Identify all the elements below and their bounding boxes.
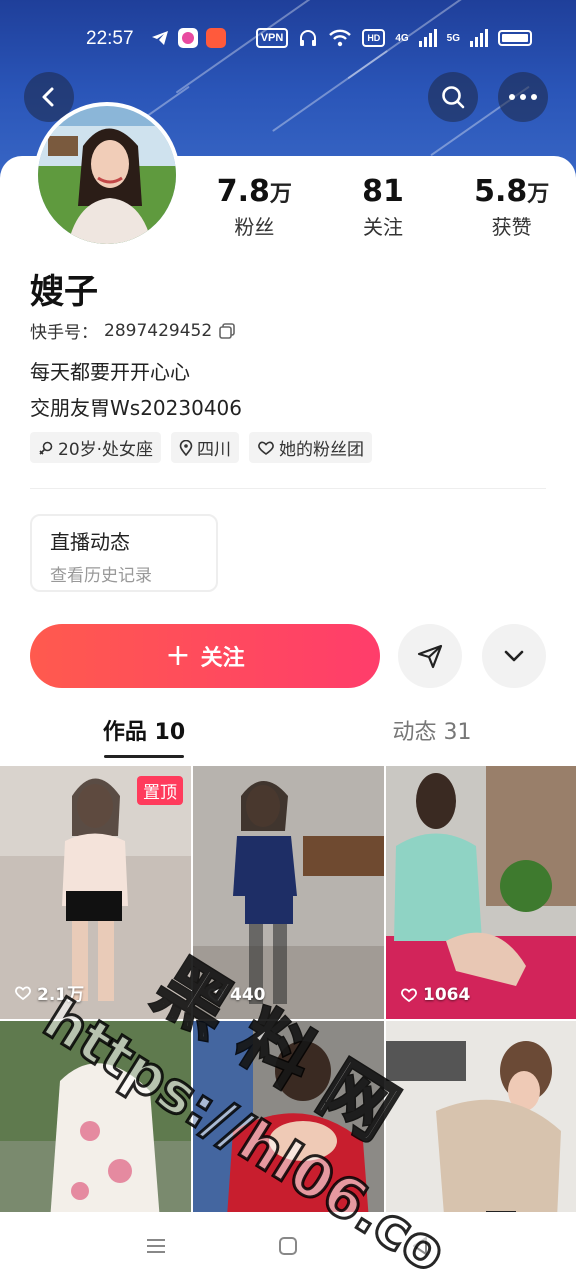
more-button[interactable] xyxy=(498,72,548,122)
tab-works[interactable]: 作品 10 xyxy=(0,714,288,762)
likes-count: 2.1万 xyxy=(37,985,85,1005)
works-grid: 置顶 2.1万 440 1064 xyxy=(0,766,576,1212)
wifi-icon xyxy=(329,29,352,47)
status-bar: 22:57 VPN HD 4G 5G xyxy=(0,24,576,54)
app-notification-icon xyxy=(178,28,198,48)
following-label: 关注 xyxy=(363,215,403,239)
work-thumbnail[interactable] xyxy=(193,1021,384,1212)
chevron-left-icon xyxy=(42,87,54,107)
thumbnail-image xyxy=(386,1021,576,1212)
following-count: 81 xyxy=(362,174,404,209)
tag-label: 她的粉丝团 xyxy=(279,440,365,460)
tag-label: 20岁·处女座 xyxy=(58,440,154,460)
kwai-id-value: 2897429452 xyxy=(104,320,213,341)
profile-name: 嫂子 xyxy=(30,272,98,312)
pinned-badge: 置顶 xyxy=(137,776,183,805)
chevron-down-icon xyxy=(504,650,524,662)
avatar[interactable] xyxy=(34,102,180,248)
status-right-icons: VPN HD 4G 5G xyxy=(255,28,532,48)
expand-button[interactable] xyxy=(482,624,546,688)
thumbnail-image xyxy=(386,766,576,1019)
live-card-subtitle: 查看历史记录 xyxy=(50,566,152,586)
tag-age-zodiac: 20岁·处女座 xyxy=(30,432,162,463)
work-likes: 440 xyxy=(207,985,266,1005)
signal-bars-icon xyxy=(418,29,437,47)
work-thumbnail[interactable] xyxy=(386,1021,576,1212)
likes-stat[interactable]: 5.8万 获赞 xyxy=(447,174,576,240)
live-history-card[interactable]: 直播动态 查看历史记录 xyxy=(30,514,218,592)
tab-moments-label: 动态 31 xyxy=(392,720,472,745)
likes-unit: 万 xyxy=(527,182,550,207)
followers-label: 粉丝 xyxy=(234,215,275,239)
likes-label: 获赞 xyxy=(491,215,532,239)
work-thumbnail[interactable]: 440 xyxy=(193,766,384,1019)
heart-outline-icon xyxy=(401,988,417,1003)
thumbnail-image xyxy=(193,766,384,1019)
back-triangle-icon[interactable] xyxy=(409,1235,431,1257)
follow-label: 关注 xyxy=(200,646,245,671)
tab-moments[interactable]: 动态 31 xyxy=(288,714,576,762)
likes-count: 5.8 xyxy=(474,174,528,209)
system-nav-bar xyxy=(0,1212,576,1280)
telegram-icon xyxy=(152,31,168,45)
send-icon xyxy=(417,644,443,669)
copy-icon[interactable] xyxy=(218,322,236,340)
profile-tags: 20岁·处女座 四川 她的粉丝团 xyxy=(30,432,373,463)
followers-unit: 万 xyxy=(269,182,292,207)
follow-button[interactable]: + 关注 xyxy=(30,624,380,688)
live-card-title: 直播动态 xyxy=(50,530,130,554)
heart-outline-icon xyxy=(15,985,31,1000)
work-thumbnail[interactable] xyxy=(0,1021,191,1212)
avatar-image xyxy=(38,106,176,244)
thumbnail-image xyxy=(193,1021,384,1212)
tag-fan-club[interactable]: 她的粉丝团 xyxy=(249,432,373,463)
tag-label: 四川 xyxy=(197,440,232,460)
kwai-id-row: 快手号： 2897429452 xyxy=(30,318,236,343)
menu-icon[interactable] xyxy=(145,1235,167,1257)
status-time: 22:57 xyxy=(86,28,134,49)
network-5g-label: 5G xyxy=(446,32,460,44)
tab-works-label: 作品 10 xyxy=(102,720,186,745)
profile-stats: 7.8万 粉丝 81 关注 5.8万 获赞 xyxy=(190,174,576,240)
work-likes: 1064 xyxy=(400,985,470,1005)
signal-bars-icon xyxy=(470,29,488,47)
following-stat[interactable]: 81 关注 xyxy=(319,174,448,240)
followers-stat[interactable]: 7.8万 粉丝 xyxy=(190,174,319,240)
battery-icon xyxy=(498,30,532,46)
likes-count: 440 xyxy=(230,985,266,1005)
work-thumbnail[interactable]: 1064 xyxy=(386,766,576,1019)
work-likes: 2.1万 xyxy=(14,980,84,1005)
heart-outline-icon xyxy=(258,441,274,455)
work-thumbnail[interactable]: 置顶 2.1万 xyxy=(0,766,191,1019)
app-notification-icon xyxy=(206,28,226,48)
more-dots-icon xyxy=(509,94,537,100)
gender-female-icon xyxy=(39,441,53,455)
search-icon xyxy=(442,86,465,109)
kwai-id-label: 快手号： xyxy=(30,323,98,343)
location-pin-icon xyxy=(179,439,193,456)
bio-line: 交朋友胃Ws20230406 xyxy=(30,396,242,420)
followers-count: 7.8 xyxy=(216,174,270,209)
divider xyxy=(30,488,546,489)
thumbnail-image xyxy=(0,1021,191,1212)
home-icon[interactable] xyxy=(277,1235,299,1257)
heart-outline-icon xyxy=(208,988,224,1003)
vpn-badge: VPN xyxy=(255,28,289,48)
bio-line: 每天都要开开心心 xyxy=(30,360,190,384)
send-message-button[interactable] xyxy=(398,624,462,688)
hd-badge: HD xyxy=(362,29,386,47)
search-button[interactable] xyxy=(428,72,478,122)
network-4g-label: 4G xyxy=(395,32,409,44)
tag-location: 四川 xyxy=(171,432,240,463)
notification-icons xyxy=(150,28,226,48)
likes-count: 1064 xyxy=(423,985,471,1005)
content-tabs: 作品 10 动态 31 xyxy=(0,714,576,762)
headphones-icon xyxy=(300,30,317,46)
plus-icon: + xyxy=(165,638,191,673)
